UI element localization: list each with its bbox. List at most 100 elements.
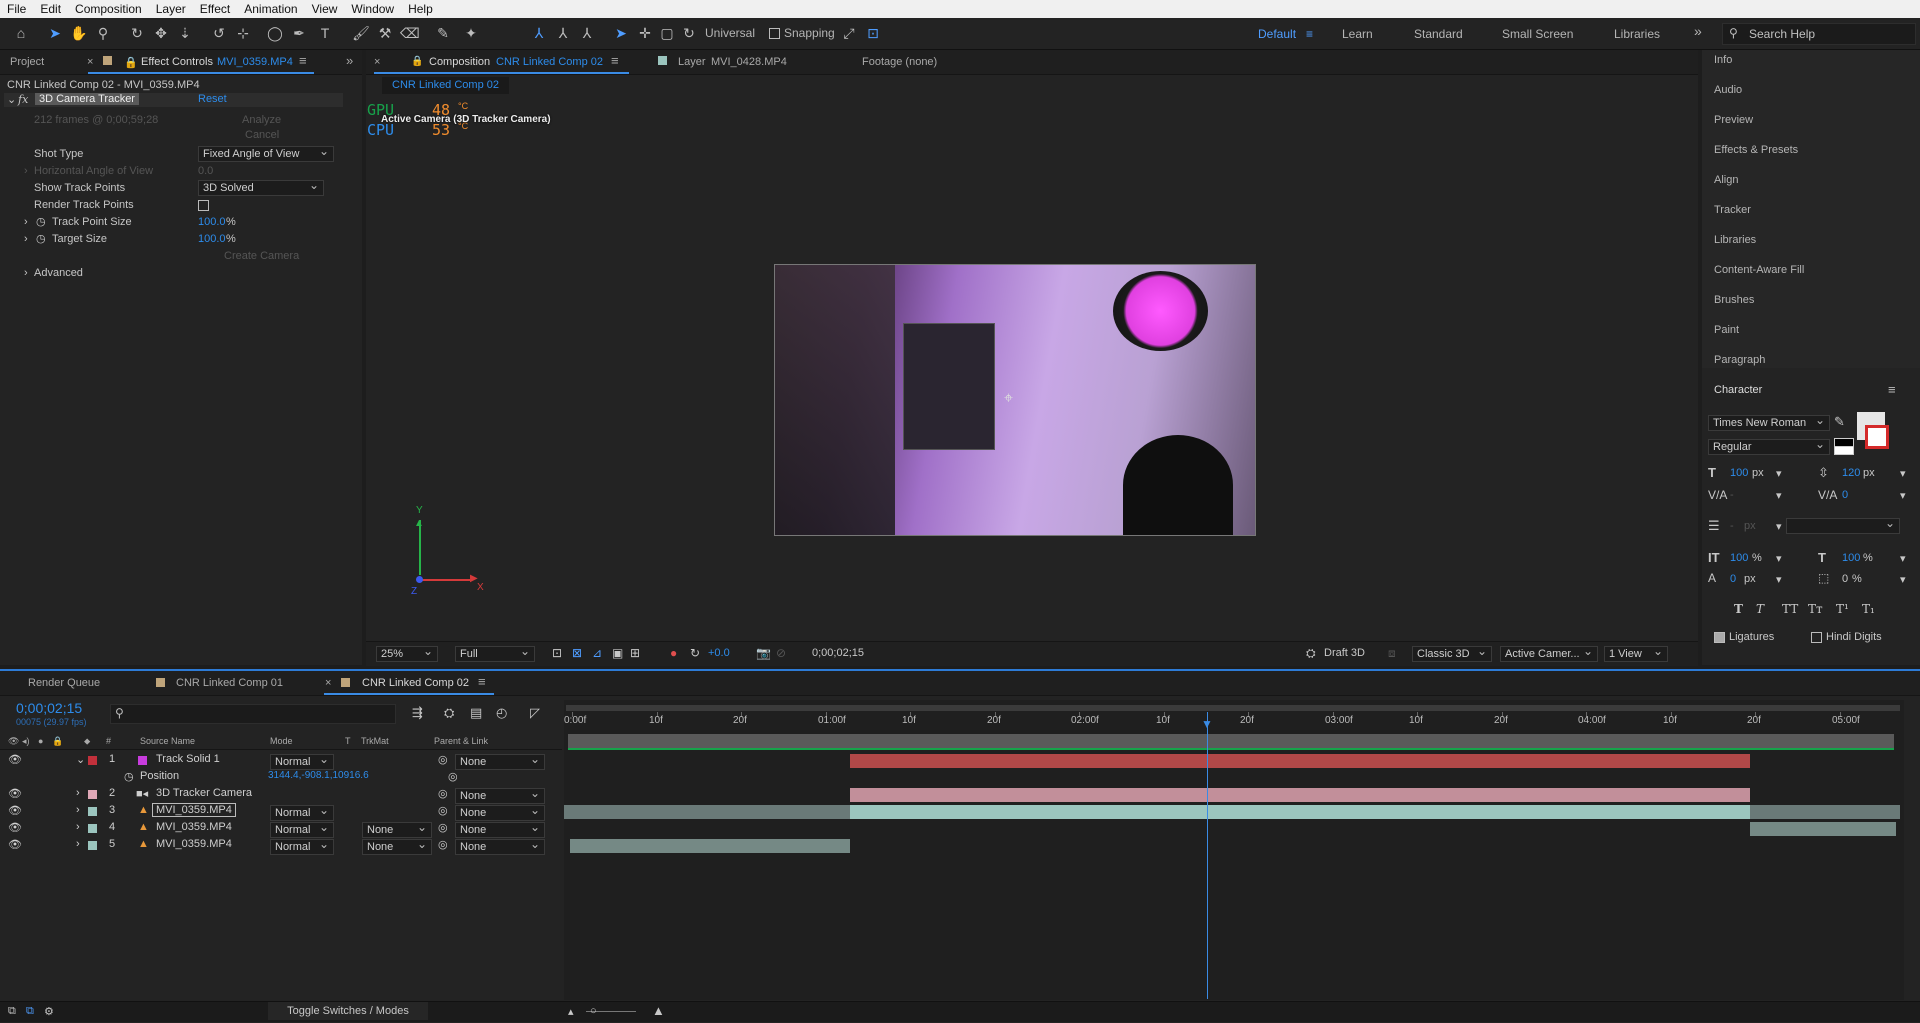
- lock-icon[interactable]: 🔒: [411, 56, 423, 67]
- menu-file[interactable]: File: [0, 2, 33, 16]
- panel-libraries[interactable]: Libraries: [1714, 234, 1756, 246]
- layer-mode-dropdown[interactable]: Normal: [270, 803, 334, 821]
- workspace-learn[interactable]: Learn: [1342, 27, 1373, 41]
- type-tool-icon[interactable]: T: [316, 24, 334, 42]
- eye-icon[interactable]: 👁: [8, 821, 22, 834]
- chevron-right-icon[interactable]: ›: [24, 165, 28, 177]
- comp-mini-flowchart-icon[interactable]: ⇶: [412, 705, 423, 721]
- chevron-down-icon[interactable]: ▾: [1900, 489, 1906, 502]
- analyze-button[interactable]: Analyze: [242, 114, 281, 126]
- trkmat-header[interactable]: TrkMat: [361, 736, 389, 746]
- zoom-tool-icon[interactable]: ⚲: [94, 24, 112, 42]
- workspace-small-screen[interactable]: Small Screen: [1502, 27, 1573, 41]
- viewer-timecode[interactable]: 0;00;02;15: [812, 647, 864, 659]
- render-track-points-checkbox[interactable]: [198, 200, 209, 211]
- brush-tool-icon[interactable]: 🖌: [352, 24, 370, 42]
- dolly-camera-icon[interactable]: ⇣: [176, 24, 194, 42]
- shot-type-dropdown[interactable]: Fixed Angle of View: [198, 144, 334, 162]
- workspace-menu-icon[interactable]: ≡: [1306, 27, 1313, 41]
- tsume-value[interactable]: 0: [1842, 573, 1848, 585]
- tab-layer-prefix[interactable]: Layer: [678, 56, 706, 68]
- workspace-libraries[interactable]: Libraries: [1614, 27, 1660, 41]
- source-name-header[interactable]: Source Name: [140, 736, 195, 746]
- stopwatch-icon[interactable]: ◷: [124, 770, 134, 783]
- character-panel-title[interactable]: Character: [1714, 384, 1762, 396]
- layer-label-color[interactable]: [88, 841, 97, 850]
- small-caps-button[interactable]: Tт: [1808, 602, 1823, 616]
- layer-parent-dropdown[interactable]: None: [455, 752, 545, 770]
- chevron-right-icon[interactable]: ›: [24, 267, 28, 279]
- menu-effect[interactable]: Effect: [193, 2, 237, 16]
- show-snapshot-icon[interactable]: ⊘: [776, 646, 786, 660]
- eyedropper-icon[interactable]: ✎: [1834, 414, 1845, 430]
- home-icon[interactable]: ⌂: [12, 24, 30, 42]
- layer-parent-dropdown[interactable]: None: [455, 837, 545, 855]
- layer-name[interactable]: MVI_0359.MP4: [156, 838, 232, 850]
- reset-exposure-icon[interactable]: ↻: [690, 646, 700, 660]
- table-row[interactable]: ◷ Position 3144.4,-908.1,10916.6 ◎: [0, 770, 562, 786]
- close-icon[interactable]: ×: [374, 56, 380, 68]
- clone-stamp-tool-icon[interactable]: ⚒: [376, 24, 394, 42]
- layer-name[interactable]: Track Solid 1: [156, 753, 220, 765]
- pickwhip-icon[interactable]: ◎: [438, 838, 448, 851]
- expand-panel-icon[interactable]: »: [346, 53, 353, 68]
- layer-label-color[interactable]: [88, 824, 97, 833]
- layer-search-field[interactable]: ⚲: [110, 704, 396, 724]
- layer-bar[interactable]: [850, 754, 1750, 768]
- layer-trkmat-dropdown[interactable]: None: [362, 820, 432, 838]
- layer-switches-icon[interactable]: ⧉: [8, 1005, 16, 1018]
- effect-name[interactable]: 3D Camera Tracker: [35, 93, 139, 105]
- shy-layers-icon[interactable]: ▤: [470, 705, 482, 721]
- tab-comp-02[interactable]: CNR Linked Comp 02: [362, 677, 469, 689]
- zoom-out-mountain-icon[interactable]: ▴: [568, 1005, 574, 1018]
- chevron-down-icon[interactable]: ▾: [1776, 467, 1782, 480]
- workspace-standard[interactable]: Standard: [1414, 27, 1463, 41]
- chevron-right-icon[interactable]: ›: [76, 804, 80, 816]
- parent-link-header[interactable]: Parent & Link: [434, 736, 488, 746]
- layer-name[interactable]: MVI_0359.MP4: [152, 803, 236, 817]
- time-navigator[interactable]: [566, 705, 1900, 711]
- hindi-digits-checkbox[interactable]: [1811, 632, 1822, 643]
- subscript-button[interactable]: T₁: [1862, 602, 1875, 616]
- menu-help[interactable]: Help: [401, 2, 440, 16]
- table-row[interactable]: 👁 › 5 ▲ MVI_0359.MP4 Normal None ◎ None: [0, 837, 562, 855]
- horizontal-scale-value[interactable]: 100: [1842, 552, 1860, 564]
- show-track-points-dropdown[interactable]: 3D Solved: [198, 178, 324, 196]
- panel-paint[interactable]: Paint: [1714, 324, 1739, 336]
- extended-viewer-icon[interactable]: ⧈: [1388, 646, 1396, 661]
- panel-menu-icon[interactable]: ≡: [611, 53, 619, 68]
- draft-3d-label[interactable]: Draft 3D: [1324, 647, 1365, 659]
- pickwhip-icon[interactable]: ◎: [438, 787, 448, 800]
- pickwhip-icon[interactable]: ◎: [438, 753, 448, 766]
- panel-menu-icon[interactable]: ≡: [478, 674, 486, 689]
- toggle-switches-modes-button[interactable]: Toggle Switches / Modes: [268, 1002, 428, 1020]
- chevron-down-icon[interactable]: ▾: [1776, 552, 1782, 565]
- work-area-bar[interactable]: [568, 734, 1894, 750]
- ligatures-checkbox[interactable]: [1714, 632, 1725, 643]
- effect-controls-layer-name[interactable]: MVI_0359.MP4: [217, 56, 293, 68]
- tab-effect-controls[interactable]: Effect Controls: [141, 56, 213, 68]
- chevron-down-icon[interactable]: ▾: [1776, 573, 1782, 586]
- panel-align[interactable]: Align: [1714, 174, 1738, 186]
- pan-camera-icon[interactable]: ✥: [152, 24, 170, 42]
- color-channels-icon[interactable]: ●: [670, 646, 677, 660]
- workspace-default[interactable]: Default: [1258, 27, 1296, 41]
- all-caps-button[interactable]: TT: [1782, 602, 1798, 616]
- superscript-button[interactable]: T¹: [1836, 602, 1849, 616]
- faux-bold-button[interactable]: T: [1734, 602, 1743, 616]
- chevron-down-icon[interactable]: ▾: [1900, 573, 1906, 586]
- chevron-down-icon[interactable]: ⌄: [76, 753, 85, 766]
- layer-bar[interactable]: [570, 839, 850, 853]
- comp-breadcrumb[interactable]: CNR Linked Comp 02: [382, 77, 509, 94]
- universal-rotate-icon[interactable]: ↻: [680, 24, 698, 42]
- pickwhip-icon[interactable]: ◎: [438, 821, 448, 834]
- panel-tracker[interactable]: Tracker: [1714, 204, 1751, 216]
- eye-icon[interactable]: 👁: [8, 753, 22, 766]
- table-row[interactable]: 👁 ⌄ 1 Track Solid 1 Normal ◎ None: [0, 752, 562, 770]
- create-camera-button[interactable]: Create Camera: [224, 250, 299, 262]
- frame-blending-icon[interactable]: ◴: [496, 705, 507, 721]
- white-swatch[interactable]: [1834, 446, 1854, 455]
- region-of-interest-icon[interactable]: ▣: [612, 646, 623, 660]
- t-header[interactable]: T: [345, 736, 351, 746]
- views-layout-dropdown[interactable]: 1 View: [1604, 644, 1668, 662]
